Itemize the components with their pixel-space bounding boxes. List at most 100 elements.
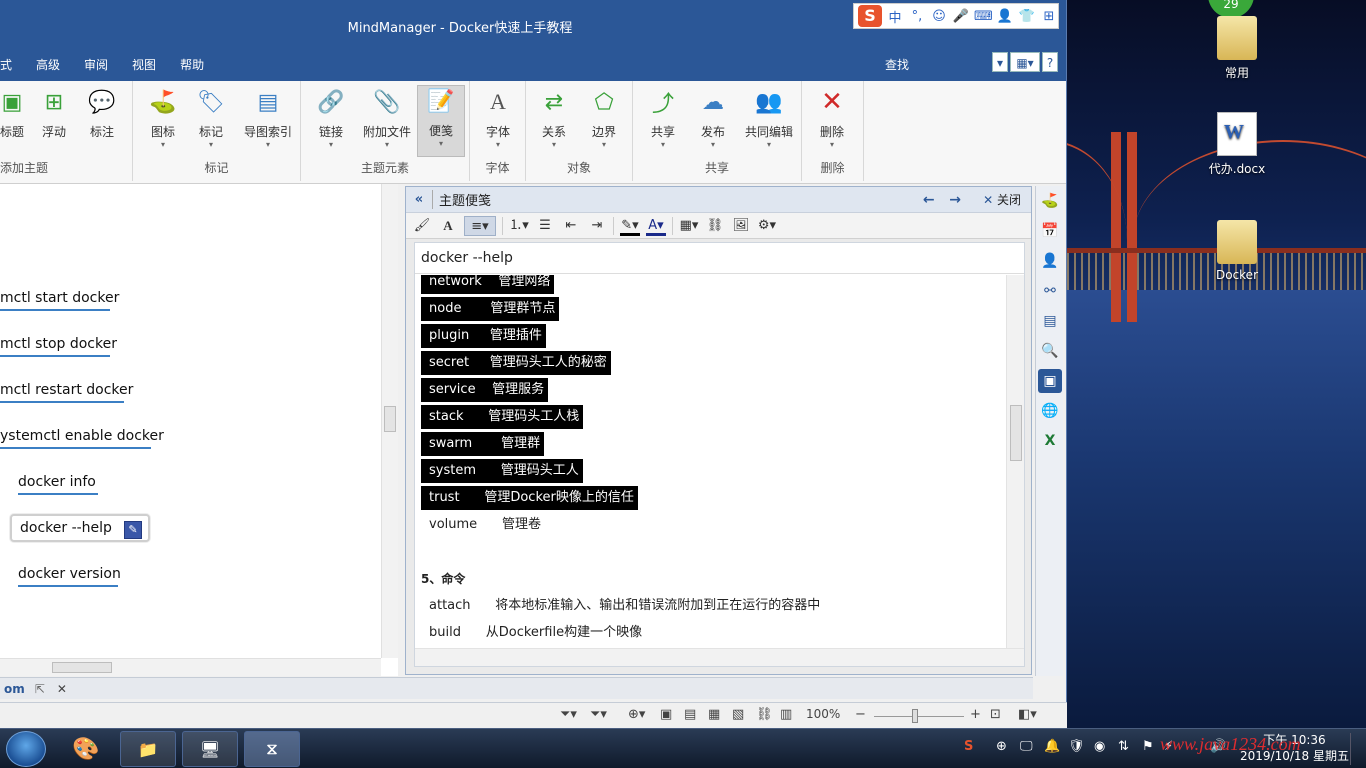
note-line[interactable]: trust 管理Docker映像上的信任 <box>421 486 638 510</box>
menu-advanced[interactable]: 高级 <box>24 56 72 73</box>
dropdown-icon[interactable]: ▾ <box>992 52 1008 72</box>
zoom-slider[interactable] <box>874 716 964 717</box>
tray-bell-icon[interactable]: 🔔 <box>1044 739 1060 754</box>
outline-view-icon[interactable]: ▤ <box>684 707 696 722</box>
pin-icon[interactable]: ⇱ <box>29 682 51 696</box>
zoom-slider-thumb[interactable] <box>912 709 918 723</box>
menu-format[interactable]: 式 <box>0 56 24 73</box>
filter-options-icon[interactable]: ⏷▾ <box>590 707 607 722</box>
layout-options-icon[interactable]: ◧▾ <box>1018 707 1037 722</box>
tray-network-icon[interactable]: ⇅ <box>1118 739 1129 754</box>
file-explorer-icon[interactable]: 📁 <box>120 731 176 767</box>
note-line[interactable]: node 管理群节点 <box>421 297 560 321</box>
filter-icon[interactable]: ⏷▾ <box>560 707 577 722</box>
note-body[interactable]: network 管理网络 node 管理群节点 plugin 管理插件 secr… <box>415 275 1006 648</box>
note-heading[interactable]: 5、命令 <box>421 567 465 591</box>
map-horizontal-scrollbar[interactable] <box>0 658 381 676</box>
link-view-icon[interactable]: ⛓ <box>756 707 773 722</box>
note-line[interactable]: stack 管理码头工人栈 <box>421 405 584 429</box>
ime-emoji-icon[interactable]: ☺ <box>930 9 948 24</box>
note-line[interactable]: system 管理码头工人 <box>421 459 583 483</box>
attachment-button[interactable]: 📎 附加文件 ▾ <box>357 87 417 150</box>
font-button[interactable]: A 字体 ▾ <box>472 87 524 149</box>
desktop-icon-docker[interactable]: Docker <box>1202 220 1272 282</box>
note-line[interactable]: service 管理服务 <box>421 378 549 402</box>
publish-button[interactable]: ☁ 发布 ▾ <box>687 87 739 150</box>
scroll-thumb[interactable] <box>52 662 112 673</box>
note-line[interactable]: network 管理网络 <box>421 275 555 294</box>
ime-voice-icon[interactable]: 🎤 <box>952 9 970 24</box>
tray-monitor-icon[interactable]: 🖵 <box>1020 739 1033 754</box>
ime-toolbar[interactable]: S 中 °, ☺ 🎤 ⌨ 👤 👕 ⊞ <box>853 3 1059 29</box>
map-topic-selected[interactable]: docker --help ✎ <box>10 514 150 542</box>
co-edit-button[interactable]: 👥 共同编辑 ▾ <box>739 87 799 150</box>
mindmanager-taskbar-icon[interactable]: ⧖ <box>244 731 300 767</box>
font-icon[interactable]: A <box>438 216 458 236</box>
arrow-right-icon[interactable]: → <box>949 192 961 208</box>
map-vertical-scrollbar[interactable] <box>381 184 398 658</box>
map-topic[interactable]: docker version <box>18 566 121 587</box>
focus-icon[interactable]: ⊕▾ <box>628 707 645 722</box>
notes-editor[interactable]: docker --help network 管理网络 node 管理群节点 pl… <box>414 242 1025 667</box>
note-vertical-scrollbar[interactable] <box>1006 275 1024 648</box>
desktop-icon-common[interactable]: 常用 <box>1202 16 1272 81</box>
close-notes-button[interactable]: ✕ 关闭 <box>983 191 1021 208</box>
note-icon[interactable]: ✎ <box>123 521 142 539</box>
map-topic[interactable]: ystemctl enable docker <box>0 428 164 449</box>
map-view-icon[interactable]: ▣ <box>660 707 672 722</box>
doc-tab[interactable]: om <box>0 682 29 696</box>
tray-shield-icon[interactable]: 🛡 <box>1068 739 1085 754</box>
tags-button[interactable]: 🏷 标记 ▾ <box>185 87 237 150</box>
callout-button[interactable]: 💬 标注 <box>76 87 128 140</box>
note-line[interactable]: swarm 管理群 <box>421 432 545 456</box>
tray-flag-icon[interactable]: ⚑ <box>1142 739 1154 754</box>
note-line[interactable]: volume 管理卷 <box>421 513 541 537</box>
note-line[interactable]: attach 将本地标准输入、输出和错误流附加到正在运行的容器中 <box>421 594 820 618</box>
remote-desktop-icon[interactable]: 🖥 <box>182 731 238 767</box>
icons-button[interactable]: ⛳ 图标 ▾ <box>137 87 189 150</box>
menu-review[interactable]: 审阅 <box>72 56 120 73</box>
zoom-out-icon[interactable]: − <box>855 707 866 722</box>
menu-view[interactable]: 视图 <box>120 56 168 73</box>
tray-security-icon[interactable]: ◉ <box>1094 739 1105 754</box>
start-button[interactable] <box>6 731 46 767</box>
search-icon[interactable]: 🔍 <box>1038 339 1062 363</box>
zoom-in-icon[interactable]: + <box>970 707 981 722</box>
show-desktop-button[interactable] <box>1350 733 1364 765</box>
menu-help[interactable]: 帮助 <box>168 56 216 73</box>
note-line[interactable]: secret 管理码头工人的秘密 <box>421 351 611 375</box>
arrow-left-icon[interactable]: ← <box>923 192 935 208</box>
excel-icon[interactable]: X <box>1038 429 1062 453</box>
highlight-color-icon[interactable]: ✎▾ <box>620 216 640 236</box>
outdent-icon[interactable]: ⇤ <box>561 216 581 236</box>
ime-keyboard-icon[interactable]: ⌨ <box>974 9 993 24</box>
numbered-list-icon[interactable]: ⒈▾ <box>509 216 529 236</box>
format-painter-icon[interactable]: 🖌 <box>412 216 432 236</box>
gantt-view-icon[interactable]: ▧ <box>732 707 744 722</box>
help-icon[interactable]: ? <box>1042 52 1058 72</box>
notes-button[interactable]: 📝 便笺 ▾ <box>417 85 465 157</box>
hyperlink-icon[interactable]: ⛓ <box>705 216 725 236</box>
ime-punct-icon[interactable]: °, <box>908 9 926 24</box>
layout-icon[interactable]: ▦▾ <box>1010 52 1040 72</box>
tray-plus-icon[interactable]: ⊕ <box>996 739 1007 754</box>
ime-skin-icon[interactable]: 👕 <box>1018 9 1036 24</box>
note-horizontal-scrollbar[interactable] <box>415 648 1024 666</box>
note-line[interactable]: plugin 管理插件 <box>421 324 546 348</box>
floating-topic-button[interactable]: ⊞ 浮动 <box>28 87 80 140</box>
fit-map-icon[interactable]: ⊡ <box>990 707 1001 722</box>
presentation-icon[interactable]: ▥ <box>780 707 792 722</box>
delete-button[interactable]: ✕ 删除 ▾ <box>806 87 858 149</box>
map-topic[interactable]: mctl stop docker <box>0 336 117 357</box>
pinned-app-icon[interactable]: 🎨 <box>58 731 114 767</box>
bullet-list-icon[interactable]: ☰ <box>535 216 555 236</box>
image-icon[interactable]: 🖼 <box>731 216 751 236</box>
collapse-panel-icon[interactable]: « <box>406 192 432 207</box>
library-icon[interactable]: ▤ <box>1038 309 1062 333</box>
resources-icon[interactable]: 👤 <box>1038 249 1062 273</box>
map-topic[interactable]: mctl start docker <box>0 290 119 311</box>
share-button[interactable]: ⤴ 共享 ▾ <box>637 87 689 149</box>
ime-user-icon[interactable]: 👤 <box>996 9 1014 24</box>
scroll-thumb[interactable] <box>384 406 396 432</box>
font-color-icon[interactable]: A▾ <box>646 216 666 236</box>
